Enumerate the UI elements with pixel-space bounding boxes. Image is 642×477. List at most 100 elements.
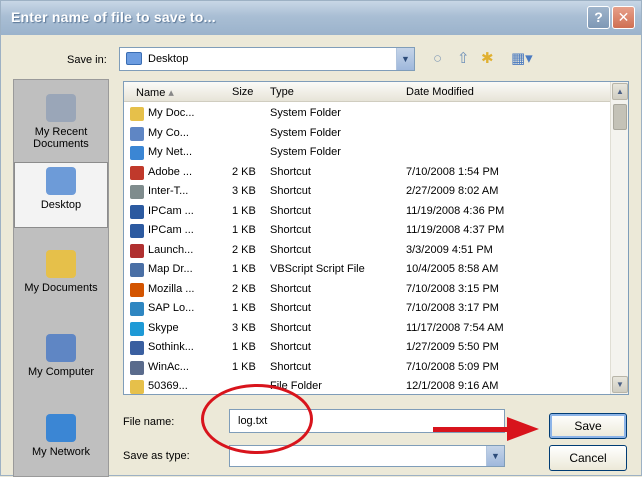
file-type: Shortcut	[270, 282, 311, 295]
file-icon	[130, 165, 144, 180]
file-name: My Doc...	[148, 107, 195, 119]
chevron-down-icon[interactable]: ▼	[396, 48, 414, 70]
back-icon[interactable]: ○	[433, 51, 442, 67]
column-header-name[interactable]: Name ▴	[136, 86, 174, 99]
my-computer-icon	[46, 334, 76, 362]
file-type: Shortcut	[270, 204, 311, 217]
annotation-circle	[201, 384, 313, 454]
views-menu-icon[interactable]: ▦▾	[511, 51, 533, 67]
places-bar: My Recent Documents Desktop My Documents…	[13, 79, 109, 477]
file-icon	[130, 380, 144, 394]
file-name: Mozilla ...	[148, 282, 195, 295]
file-icon	[130, 302, 144, 316]
file-date: 10/4/2005 8:58 AM	[406, 263, 499, 275]
scroll-down-icon[interactable]: ▼	[612, 376, 628, 393]
file-type: Shortcut	[270, 302, 311, 314]
file-size: 3 KB	[232, 185, 256, 197]
file-row[interactable]: My Doc... System Folder	[124, 104, 610, 124]
place-label: My Documents	[24, 282, 98, 294]
place-my-documents[interactable]: My Documents	[14, 250, 108, 294]
file-type: Shortcut	[270, 185, 311, 197]
file-row[interactable]: WinAc... 1 KB Shortcut 7/10/2008 5:09 PM	[124, 358, 610, 378]
file-date: 12/1/2008 9:16 AM	[406, 380, 499, 392]
save-dialog: Enter name of file to save to... ? ✕ Sav…	[0, 0, 642, 477]
file-size: 2 KB	[232, 165, 256, 178]
place-label: My Recent Documents	[33, 126, 89, 150]
file-row[interactable]: SAP Lo... 1 KB Shortcut 7/10/2008 3:17 PM	[124, 299, 610, 319]
file-size: 2 KB	[232, 282, 256, 295]
file-list[interactable]: Name ▴ Size Type Date Modified My Doc...…	[123, 81, 629, 395]
file-row[interactable]: Map Dr... 1 KB VBScript Script File 10/4/20…	[124, 260, 610, 280]
place-desktop[interactable]: Desktop	[14, 162, 108, 228]
scroll-up-icon[interactable]: ▲	[612, 83, 628, 100]
column-header-date[interactable]: Date Modified	[406, 86, 474, 98]
file-name: IPCam ...	[148, 204, 194, 217]
close-button[interactable]: ✕	[612, 6, 635, 29]
file-row[interactable]: IPCam ... 1 KB Shortcut 11/19/2008 4:37 PM	[124, 221, 610, 241]
file-date: 11/19/2008 4:37 PM	[406, 224, 505, 236]
recent-documents-icon	[46, 94, 76, 122]
scroll-thumb[interactable]	[613, 104, 627, 130]
file-row[interactable]: Launch... 2 KB Shortcut 3/3/2009 4:51 PM	[124, 241, 610, 261]
file-row[interactable]: Skype 3 KB Shortcut 11/17/2008 7:54 AM	[124, 319, 610, 339]
annotation-arrow-head	[507, 417, 539, 441]
file-date: 11/19/2008 4:36 PM	[406, 204, 505, 217]
place-my-network[interactable]: My Network	[14, 414, 108, 458]
dialog-title: Enter name of file to save to...	[11, 9, 216, 25]
file-date: 7/10/2008 3:15 PM	[406, 282, 499, 295]
cancel-button[interactable]: Cancel	[549, 445, 627, 471]
title-bar[interactable]: Enter name of file to save to... ? ✕	[1, 1, 641, 35]
file-icon	[130, 341, 144, 355]
file-name: WinAc...	[148, 360, 189, 373]
file-icon	[130, 185, 144, 199]
file-name: Launch...	[148, 243, 194, 256]
column-header-size[interactable]: Size	[232, 86, 253, 98]
file-row[interactable]: IPCam ... 1 KB Shortcut 11/19/2008 4:36 PM	[124, 202, 610, 222]
up-folder-icon[interactable]: ⇧	[457, 51, 470, 67]
file-size: 1 KB	[232, 302, 256, 314]
file-name: Map Dr...	[148, 263, 193, 275]
save-button[interactable]: Save	[549, 413, 627, 439]
new-folder-icon[interactable]: ✱	[481, 51, 494, 67]
file-type: VBScript Script File	[270, 263, 365, 275]
file-row[interactable]: Sothink... 1 KB Shortcut 1/27/2009 5:50 PM	[124, 338, 610, 358]
file-icon	[130, 126, 144, 141]
file-row[interactable]: 50369... File Folder 12/1/2008 9:16 AM	[124, 377, 610, 394]
file-type: Shortcut	[270, 243, 311, 256]
file-row[interactable]: Mozilla ... 2 KB Shortcut 7/10/2008 3:15 PM	[124, 280, 610, 300]
file-row[interactable]: My Co... System Folder	[124, 124, 610, 144]
file-type: Shortcut	[270, 224, 311, 236]
place-label: My Network	[31, 446, 91, 458]
file-date: 2/27/2009 8:02 AM	[406, 185, 499, 197]
file-row[interactable]: Inter-T... 3 KB Shortcut 2/27/2009 8:02 AM	[124, 182, 610, 202]
file-type: Shortcut	[270, 341, 311, 353]
place-label: Desktop	[40, 199, 82, 211]
chevron-down-icon[interactable]: ▼	[486, 446, 504, 466]
vertical-scrollbar[interactable]: ▲ ▼	[610, 82, 628, 394]
save-in-dropdown[interactable]: Desktop ▼	[119, 47, 415, 71]
help-button[interactable]: ?	[587, 6, 610, 29]
column-header-type[interactable]: Type	[270, 86, 294, 98]
file-icon	[130, 321, 144, 336]
file-type: System Folder	[270, 146, 341, 158]
desktop-folder-icon	[126, 52, 142, 65]
my-network-icon	[46, 414, 76, 442]
file-date: 7/10/2008 1:54 PM	[406, 165, 499, 178]
file-size: 1 KB	[232, 263, 256, 275]
file-name: SAP Lo...	[148, 302, 195, 314]
file-row[interactable]: Adobe ... 2 KB Shortcut 7/10/2008 1:54 PM	[124, 163, 610, 183]
file-icon	[130, 263, 144, 277]
place-my-recent-documents[interactable]: My Recent Documents	[14, 94, 108, 150]
place-label: My Computer	[27, 366, 95, 378]
file-name: Skype	[148, 321, 179, 334]
file-type: Shortcut	[270, 165, 311, 178]
place-my-computer[interactable]: My Computer	[14, 334, 108, 378]
file-row[interactable]: My Net... System Folder	[124, 143, 610, 163]
file-date: 11/17/2008 7:54 AM	[406, 321, 504, 334]
annotation-arrow-line	[433, 427, 509, 432]
file-size: 2 KB	[232, 243, 256, 256]
save-as-type-label: Save as type:	[123, 450, 190, 462]
column-header-row: Name ▴ Size Type Date Modified	[124, 82, 610, 102]
file-size: 1 KB	[232, 224, 256, 236]
file-rows: My Doc... System Folder My Co... System Fol…	[124, 104, 610, 394]
